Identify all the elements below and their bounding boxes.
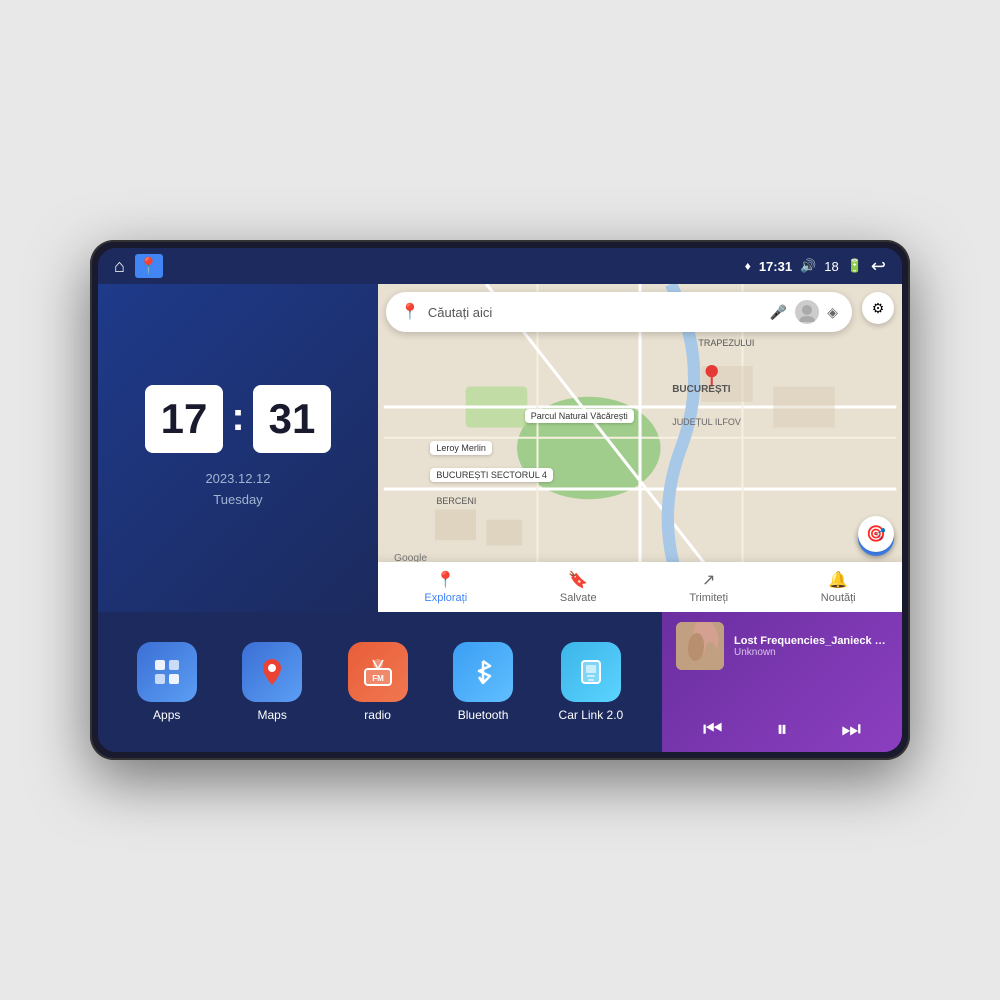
app-bluetooth[interactable]: Bluetooth xyxy=(453,642,513,722)
app-maps[interactable]: Maps xyxy=(242,642,302,722)
news-label: Noutăți xyxy=(821,592,856,604)
day-value: Tuesday xyxy=(205,490,270,511)
map-label-bucharest: BUCUREȘTI xyxy=(666,382,736,397)
clock-display: 17 : 31 xyxy=(145,385,332,453)
map-avatar[interactable] xyxy=(795,300,819,324)
app-carlink[interactable]: Car Link 2.0 xyxy=(559,642,624,722)
share-label: Trimiteți xyxy=(689,592,728,604)
locate-button[interactable]: 🎯 xyxy=(858,516,894,552)
play-pause-button[interactable]: ⏸ xyxy=(776,716,787,742)
radio-label: radio xyxy=(364,708,391,722)
home-icon[interactable]: ⌂ xyxy=(114,256,125,277)
svg-text:FM: FM xyxy=(372,674,384,683)
bluetooth-label: Bluetooth xyxy=(458,708,509,722)
maps-label: Maps xyxy=(258,708,287,722)
back-icon[interactable]: ↩ xyxy=(871,256,886,277)
status-left-icons: ⌂ 📍 xyxy=(114,254,163,278)
maps-icon[interactable]: 📍 xyxy=(135,254,163,278)
clock-panel: 17 : 31 2023.12.12 Tuesday xyxy=(98,284,378,612)
map-mic-icon[interactable]: 🎤 xyxy=(770,304,787,321)
map-panel[interactable]: Google 📍 Căutați aici 🎤 ◈ xyxy=(378,284,902,612)
app-apps[interactable]: Apps xyxy=(137,642,197,722)
map-label-sector4: BUCUREȘTI SECTORUL 4 xyxy=(430,468,553,482)
radio-icon-circle: FM xyxy=(348,642,408,702)
map-bottom-bar: 📍 Explorați 🔖 Salvate ↗ Trimiteți 🔔 xyxy=(378,562,902,612)
map-settings-button[interactable]: ⚙ xyxy=(862,292,894,324)
map-layers-icon[interactable]: ◈ xyxy=(827,304,838,321)
maps-icon-circle xyxy=(242,642,302,702)
music-album-art xyxy=(676,622,724,670)
map-nav-news[interactable]: 🔔 Noutăți xyxy=(821,570,856,604)
music-album-image xyxy=(676,622,724,670)
time-display: 17:31 xyxy=(759,259,792,274)
map-pin-icon: 📍 xyxy=(400,302,420,322)
clock-hour: 17 xyxy=(145,385,224,453)
apps-icon-circle xyxy=(137,642,197,702)
explore-icon: 📍 xyxy=(436,570,456,590)
apps-label: Apps xyxy=(153,708,180,722)
clock-minute: 31 xyxy=(253,385,332,453)
car-head-unit: ⌂ 📍 ♦ 17:31 🔊 18 🔋 ↩ 17 : 31 xyxy=(90,240,910,760)
app-radio[interactable]: FM radio xyxy=(348,642,408,722)
news-icon: 🔔 xyxy=(828,570,848,590)
volume-level: 18 xyxy=(824,259,838,274)
share-icon: ↗ xyxy=(702,570,715,590)
music-info: Lost Frequencies_Janieck Devy-... Unknow… xyxy=(676,622,888,670)
date-display: 2023.12.12 Tuesday xyxy=(205,469,270,511)
map-label-vacaresti: Parcul Natural Văcărești xyxy=(525,409,634,423)
map-label-ilfov: JUDEȚUL ILFOV xyxy=(666,415,747,429)
music-panel: Lost Frequencies_Janieck Devy-... Unknow… xyxy=(662,612,902,752)
music-title: Lost Frequencies_Janieck Devy-... xyxy=(734,635,888,647)
saved-icon: 🔖 xyxy=(568,570,588,590)
device-screen: ⌂ 📍 ♦ 17:31 🔊 18 🔋 ↩ 17 : 31 xyxy=(98,248,902,752)
clock-separator: : xyxy=(231,395,244,440)
bluetooth-icon-circle xyxy=(453,642,513,702)
status-right-icons: ♦ 17:31 🔊 18 🔋 ↩ xyxy=(745,256,886,277)
volume-icon: 🔊 xyxy=(800,258,816,274)
top-section: 17 : 31 2023.12.12 Tuesday xyxy=(98,284,902,612)
music-text: Lost Frequencies_Janieck Devy-... Unknow… xyxy=(734,635,888,658)
map-search-bar[interactable]: 📍 Căutați aici 🎤 ◈ xyxy=(386,292,852,332)
music-controls: ⏮ ⏸ ⏭ xyxy=(676,716,888,742)
map-nav-share[interactable]: ↗ Trimiteți xyxy=(689,570,728,604)
map-nav-explore[interactable]: 📍 Explorați xyxy=(424,570,467,604)
explore-label: Explorați xyxy=(424,592,467,604)
bottom-section: Apps Maps xyxy=(98,612,902,752)
map-label-trapezului: TRAPEZULUI xyxy=(692,336,760,350)
map-settings-icon: ⚙ xyxy=(872,300,885,317)
apps-panel: Apps Maps xyxy=(98,612,662,752)
main-content: 17 : 31 2023.12.12 Tuesday xyxy=(98,284,902,752)
battery-icon: 🔋 xyxy=(847,258,863,274)
map-label-berceni: BERCENI xyxy=(430,494,482,508)
prev-button[interactable]: ⏮ xyxy=(703,716,723,742)
date-value: 2023.12.12 xyxy=(205,469,270,490)
carlink-label: Car Link 2.0 xyxy=(559,708,624,722)
music-artist: Unknown xyxy=(734,647,888,658)
carlink-icon-circle xyxy=(561,642,621,702)
saved-label: Salvate xyxy=(560,592,597,604)
map-nav-saved[interactable]: 🔖 Salvate xyxy=(560,570,597,604)
map-search-text[interactable]: Căutați aici xyxy=(428,305,762,320)
map-label-leroy: Leroy Merlin xyxy=(430,441,492,455)
signal-icon: ♦ xyxy=(745,259,751,273)
next-button[interactable]: ⏭ xyxy=(841,716,861,742)
status-bar: ⌂ 📍 ♦ 17:31 🔊 18 🔋 ↩ xyxy=(98,248,902,284)
